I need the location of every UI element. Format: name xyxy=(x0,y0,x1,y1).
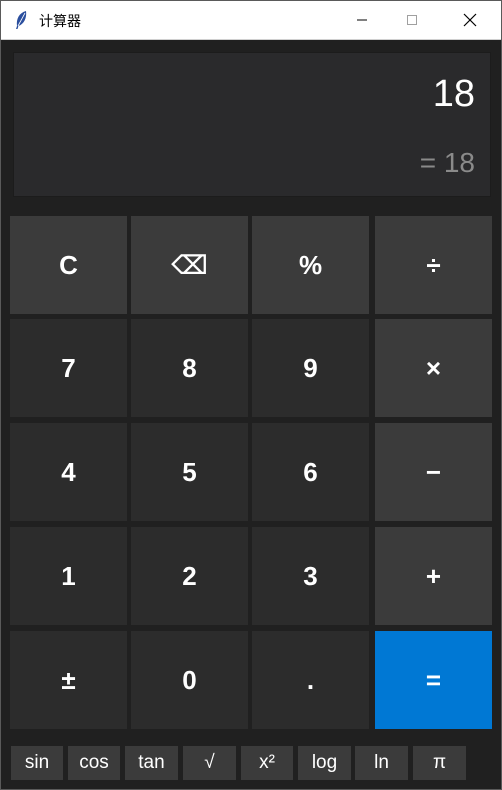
clear-button[interactable]: C xyxy=(10,216,127,314)
maximize-icon xyxy=(407,15,417,25)
digit-4-button[interactable]: 4 xyxy=(10,423,127,521)
plus-button[interactable]: + xyxy=(375,527,492,625)
minimize-icon xyxy=(357,19,367,21)
close-button[interactable] xyxy=(447,1,493,39)
digit-1-button[interactable]: 1 xyxy=(10,527,127,625)
ln-button[interactable]: ln xyxy=(355,746,408,780)
digit-9-button[interactable]: 9 xyxy=(252,319,369,417)
digit-7-button[interactable]: 7 xyxy=(10,319,127,417)
pi-button[interactable]: π xyxy=(413,746,466,780)
digit-0-button[interactable]: 0 xyxy=(131,631,248,729)
calculator-window: 计算器 18 = 18 C ⌫ % ÷ 7 8 9 × 4 5 6 − 1 2 … xyxy=(0,0,502,790)
maximize-button[interactable] xyxy=(389,1,435,39)
digit-8-button[interactable]: 8 xyxy=(131,319,248,417)
cos-button[interactable]: cos xyxy=(68,746,120,780)
title-bar: 计算器 xyxy=(1,1,501,40)
multiply-button[interactable]: × xyxy=(375,319,492,417)
window-title: 计算器 xyxy=(39,14,81,30)
expression-display: 18 xyxy=(432,73,475,115)
plus-minus-button[interactable]: ± xyxy=(10,631,127,729)
sin-button[interactable]: sin xyxy=(11,746,63,780)
feather-icon xyxy=(13,10,29,30)
minimize-button[interactable] xyxy=(339,1,385,39)
close-icon xyxy=(463,13,477,27)
divide-button[interactable]: ÷ xyxy=(375,216,492,314)
percent-button[interactable]: % xyxy=(252,216,369,314)
square-button[interactable]: x² xyxy=(241,746,293,780)
sqrt-button[interactable]: √ xyxy=(183,746,236,780)
equals-button[interactable]: = xyxy=(375,631,492,729)
backspace-button[interactable]: ⌫ xyxy=(131,216,248,314)
digit-5-button[interactable]: 5 xyxy=(131,423,248,521)
digit-2-button[interactable]: 2 xyxy=(131,527,248,625)
digit-6-button[interactable]: 6 xyxy=(252,423,369,521)
digit-3-button[interactable]: 3 xyxy=(252,527,369,625)
result-preview: = 18 xyxy=(419,147,475,178)
decimal-button[interactable]: . xyxy=(252,631,369,729)
calculator-display: 18 = 18 xyxy=(13,52,491,197)
minus-button[interactable]: − xyxy=(375,423,492,521)
tan-button[interactable]: tan xyxy=(125,746,178,780)
log-button[interactable]: log xyxy=(298,746,351,780)
